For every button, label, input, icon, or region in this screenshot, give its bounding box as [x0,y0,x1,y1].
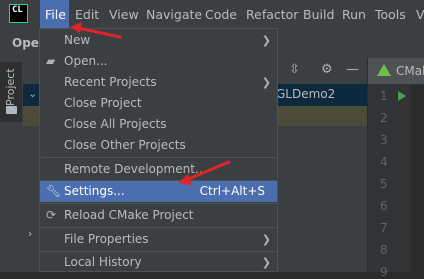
annotation-arrow-settings [178,160,231,185]
annotation-overlay [70,22,231,185]
annotation-arrow-file [70,22,122,39]
